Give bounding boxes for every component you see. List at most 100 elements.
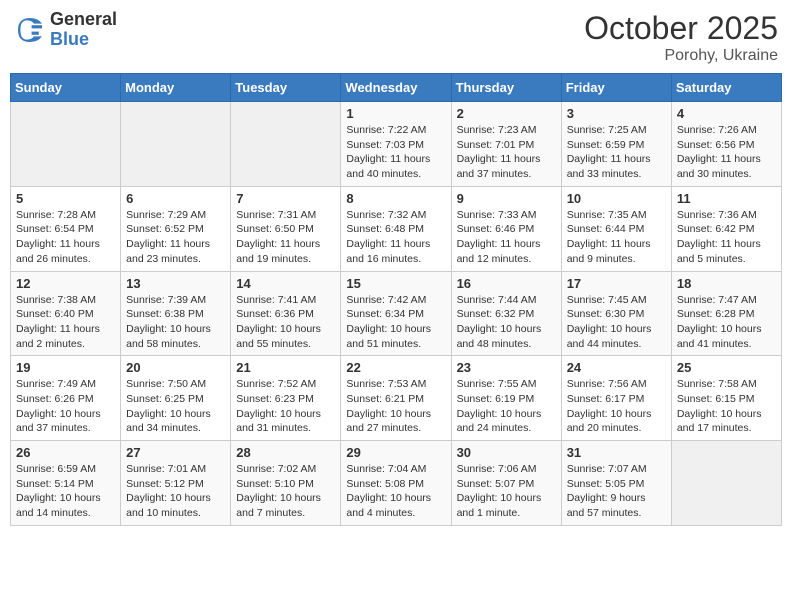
day-info: Sunrise: 7:25 AMSunset: 6:59 PMDaylight:… [567,123,666,182]
day-info: Sunrise: 7:49 AMSunset: 6:26 PMDaylight:… [16,377,115,436]
day-info: Sunrise: 7:04 AMSunset: 5:08 PMDaylight:… [346,462,445,521]
day-number: 24 [567,360,666,375]
calendar-cell: 25 Sunrise: 7:58 AMSunset: 6:15 PMDayligh… [671,356,781,441]
logo-blue-text: Blue [50,30,117,50]
calendar-table: SundayMondayTuesdayWednesdayThursdayFrid… [10,73,782,526]
calendar-cell [671,441,781,526]
day-number: 9 [457,191,556,206]
logo-text: General Blue [50,10,117,50]
weekday-header: Friday [561,74,671,102]
day-number: 23 [457,360,556,375]
day-number: 21 [236,360,335,375]
day-info: Sunrise: 7:38 AMSunset: 6:40 PMDaylight:… [16,293,115,352]
day-number: 11 [677,191,776,206]
day-number: 25 [677,360,776,375]
day-number: 15 [346,276,445,291]
day-info: Sunrise: 7:44 AMSunset: 6:32 PMDaylight:… [457,293,556,352]
calendar-cell: 19 Sunrise: 7:49 AMSunset: 6:26 PMDayligh… [11,356,121,441]
calendar-cell: 1Sunrise: 7:22 AMSunset: 7:03 PMDaylight… [341,102,451,187]
calendar-cell: 29 Sunrise: 7:04 AMSunset: 5:08 PMDayligh… [341,441,451,526]
calendar-cell: 3 Sunrise: 7:25 AMSunset: 6:59 PMDaylight… [561,102,671,187]
calendar-cell: 9 Sunrise: 7:33 AMSunset: 6:46 PMDaylight… [451,186,561,271]
day-info: Sunrise: 7:45 AMSunset: 6:30 PMDaylight:… [567,293,666,352]
day-number: 13 [126,276,225,291]
calendar-cell: 20 Sunrise: 7:50 AMSunset: 6:25 PMDayligh… [121,356,231,441]
day-number: 5 [16,191,115,206]
calendar-week-row: 12 Sunrise: 7:38 AMSunset: 6:40 PMDayligh… [11,271,782,356]
day-info: Sunrise: 6:59 AMSunset: 5:14 PMDaylight:… [16,462,115,521]
calendar-cell: 16Sunrise: 7:44 AMSunset: 6:32 PMDayligh… [451,271,561,356]
day-number: 19 [16,360,115,375]
day-number: 10 [567,191,666,206]
weekday-header-row: SundayMondayTuesdayWednesdayThursdayFrid… [11,74,782,102]
calendar-cell: 27 Sunrise: 7:01 AMSunset: 5:12 PMDayligh… [121,441,231,526]
day-number: 2 [457,106,556,121]
calendar-cell: 4Sunrise: 7:26 AMSunset: 6:56 PMDaylight… [671,102,781,187]
day-number: 22 [346,360,445,375]
calendar-cell: 15 Sunrise: 7:42 AMSunset: 6:34 PMDayligh… [341,271,451,356]
calendar-cell: 28 Sunrise: 7:02 AMSunset: 5:10 PMDayligh… [231,441,341,526]
calendar-cell: 14Sunrise: 7:41 AMSunset: 6:36 PMDayligh… [231,271,341,356]
calendar-cell [121,102,231,187]
day-info: Sunrise: 7:22 AMSunset: 7:03 PMDaylight:… [346,123,445,182]
logo-general-text: General [50,10,117,30]
day-number: 30 [457,445,556,460]
day-info: Sunrise: 7:50 AMSunset: 6:25 PMDaylight:… [126,377,225,436]
day-info: Sunrise: 7:26 AMSunset: 6:56 PMDaylight:… [677,123,776,182]
day-number: 3 [567,106,666,121]
day-number: 20 [126,360,225,375]
day-info: Sunrise: 7:02 AMSunset: 5:10 PMDaylight:… [236,462,335,521]
calendar-cell: 7Sunrise: 7:31 AMSunset: 6:50 PMDaylight… [231,186,341,271]
day-info: Sunrise: 7:33 AMSunset: 6:46 PMDaylight:… [457,208,556,267]
logo: General Blue [14,10,117,50]
weekday-header: Monday [121,74,231,102]
day-number: 31 [567,445,666,460]
calendar-cell: 30 Sunrise: 7:06 AMSunset: 5:07 PMDayligh… [451,441,561,526]
calendar-cell: 23Sunrise: 7:55 AMSunset: 6:19 PMDayligh… [451,356,561,441]
month-title: October 2025 [584,10,778,47]
calendar-cell: 8 Sunrise: 7:32 AMSunset: 6:48 PMDaylight… [341,186,451,271]
calendar-cell: 31Sunrise: 7:07 AMSunset: 5:05 PMDayligh… [561,441,671,526]
day-info: Sunrise: 7:32 AMSunset: 6:48 PMDaylight:… [346,208,445,267]
calendar-cell: 21Sunrise: 7:52 AMSunset: 6:23 PMDayligh… [231,356,341,441]
day-number: 27 [126,445,225,460]
day-info: Sunrise: 7:58 AMSunset: 6:15 PMDaylight:… [677,377,776,436]
day-number: 28 [236,445,335,460]
title-area: October 2025 Porohy, Ukraine [584,10,778,65]
calendar-cell: 26 Sunrise: 6:59 AMSunset: 5:14 PMDayligh… [11,441,121,526]
day-info: Sunrise: 7:47 AMSunset: 6:28 PMDaylight:… [677,293,776,352]
day-info: Sunrise: 7:01 AMSunset: 5:12 PMDaylight:… [126,462,225,521]
weekday-header: Tuesday [231,74,341,102]
calendar-cell: 10 Sunrise: 7:35 AMSunset: 6:44 PMDayligh… [561,186,671,271]
calendar-cell [231,102,341,187]
calendar-week-row: 5 Sunrise: 7:28 AMSunset: 6:54 PMDaylight… [11,186,782,271]
calendar-cell: 18Sunrise: 7:47 AMSunset: 6:28 PMDayligh… [671,271,781,356]
location: Porohy, Ukraine [584,47,778,65]
weekday-header: Sunday [11,74,121,102]
logo-icon [14,14,46,46]
day-info: Sunrise: 7:28 AMSunset: 6:54 PMDaylight:… [16,208,115,267]
calendar-cell: 6Sunrise: 7:29 AMSunset: 6:52 PMDaylight… [121,186,231,271]
page-header: General Blue October 2025 Porohy, Ukrain… [10,10,782,65]
day-number: 8 [346,191,445,206]
calendar-week-row: 1Sunrise: 7:22 AMSunset: 7:03 PMDaylight… [11,102,782,187]
calendar-cell: 11Sunrise: 7:36 AMSunset: 6:42 PMDayligh… [671,186,781,271]
day-info: Sunrise: 7:23 AMSunset: 7:01 PMDaylight:… [457,123,556,182]
calendar-week-row: 19 Sunrise: 7:49 AMSunset: 6:26 PMDayligh… [11,356,782,441]
day-info: Sunrise: 7:35 AMSunset: 6:44 PMDaylight:… [567,208,666,267]
day-info: Sunrise: 7:41 AMSunset: 6:36 PMDaylight:… [236,293,335,352]
calendar-cell: 5 Sunrise: 7:28 AMSunset: 6:54 PMDaylight… [11,186,121,271]
day-info: Sunrise: 7:56 AMSunset: 6:17 PMDaylight:… [567,377,666,436]
day-info: Sunrise: 7:42 AMSunset: 6:34 PMDaylight:… [346,293,445,352]
day-info: Sunrise: 7:06 AMSunset: 5:07 PMDaylight:… [457,462,556,521]
calendar-cell: 2 Sunrise: 7:23 AMSunset: 7:01 PMDaylight… [451,102,561,187]
day-number: 7 [236,191,335,206]
day-number: 26 [16,445,115,460]
calendar-cell: 12 Sunrise: 7:38 AMSunset: 6:40 PMDayligh… [11,271,121,356]
calendar-cell: 17Sunrise: 7:45 AMSunset: 6:30 PMDayligh… [561,271,671,356]
calendar-cell: 22Sunrise: 7:53 AMSunset: 6:21 PMDayligh… [341,356,451,441]
day-number: 29 [346,445,445,460]
weekday-header: Saturday [671,74,781,102]
calendar-cell [11,102,121,187]
day-number: 12 [16,276,115,291]
